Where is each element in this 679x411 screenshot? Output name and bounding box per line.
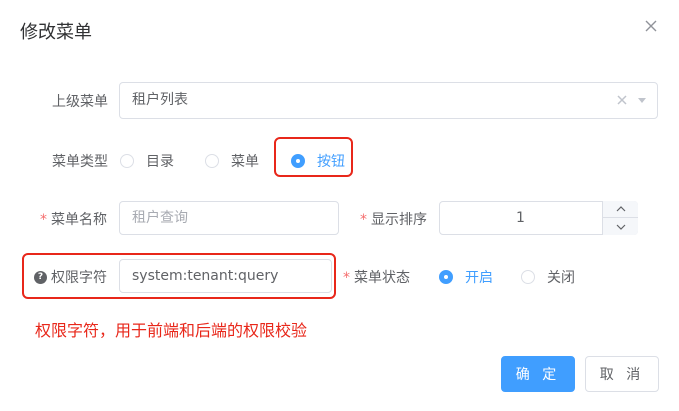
highlight-box-permission [22,253,336,299]
display-order-label-text: 显示排序 [371,212,427,228]
radio-circle [205,154,219,168]
chevron-down-icon [616,224,625,230]
required-mark: * [343,270,350,286]
radio-label-enabled: 开启 [465,270,493,286]
display-order-value: 1 [516,210,525,226]
menu-name-placeholder: 租户查询 [132,210,188,226]
clear-icon[interactable] [617,83,627,132]
radio-label-directory: 目录 [146,154,174,170]
cancel-button[interactable]: 取 消 [585,356,659,392]
parent-menu-value: 租户列表 [132,92,188,108]
parent-menu-label: 上级菜单 [52,94,108,110]
dropdown-arrow-icon[interactable] [637,83,647,132]
menu-name-label: * 菜单名称 [40,209,107,229]
radio-circle [521,270,535,284]
menu-name-input[interactable]: 租户查询 [119,201,339,235]
highlight-box-button-option [274,137,353,177]
status-radio-disabled[interactable]: 关闭 [521,267,575,287]
menu-type-label: 菜单类型 [52,154,108,170]
parent-menu-select[interactable]: 租户列表 [119,82,658,119]
menu-type-radio-menu[interactable]: 菜单 [205,151,259,171]
number-stepper [602,201,638,235]
annotation-text: 权限字符，用于前端和后端的权限校验 [35,321,308,340]
radio-label-disabled: 关闭 [547,270,575,286]
status-radio-enabled[interactable]: 开启 [439,267,493,287]
increase-button[interactable] [603,201,638,218]
required-mark: * [360,212,367,228]
required-mark: * [40,212,47,228]
menu-status-label-text: 菜单状态 [354,270,410,286]
display-order-label: * 显示排序 [360,209,427,229]
menu-name-label-text: 菜单名称 [51,212,107,228]
radio-circle [120,154,134,168]
close-icon[interactable] [643,18,659,34]
menu-status-label: * 菜单状态 [343,267,410,287]
decrease-button[interactable] [603,218,638,235]
radio-label-menu: 菜单 [231,154,259,170]
dialog-title: 修改菜单 [20,22,92,43]
menu-type-radio-directory[interactable]: 目录 [120,151,174,171]
chevron-up-icon [616,206,625,212]
confirm-button[interactable]: 确 定 [501,356,575,392]
radio-circle-checked [439,270,453,284]
